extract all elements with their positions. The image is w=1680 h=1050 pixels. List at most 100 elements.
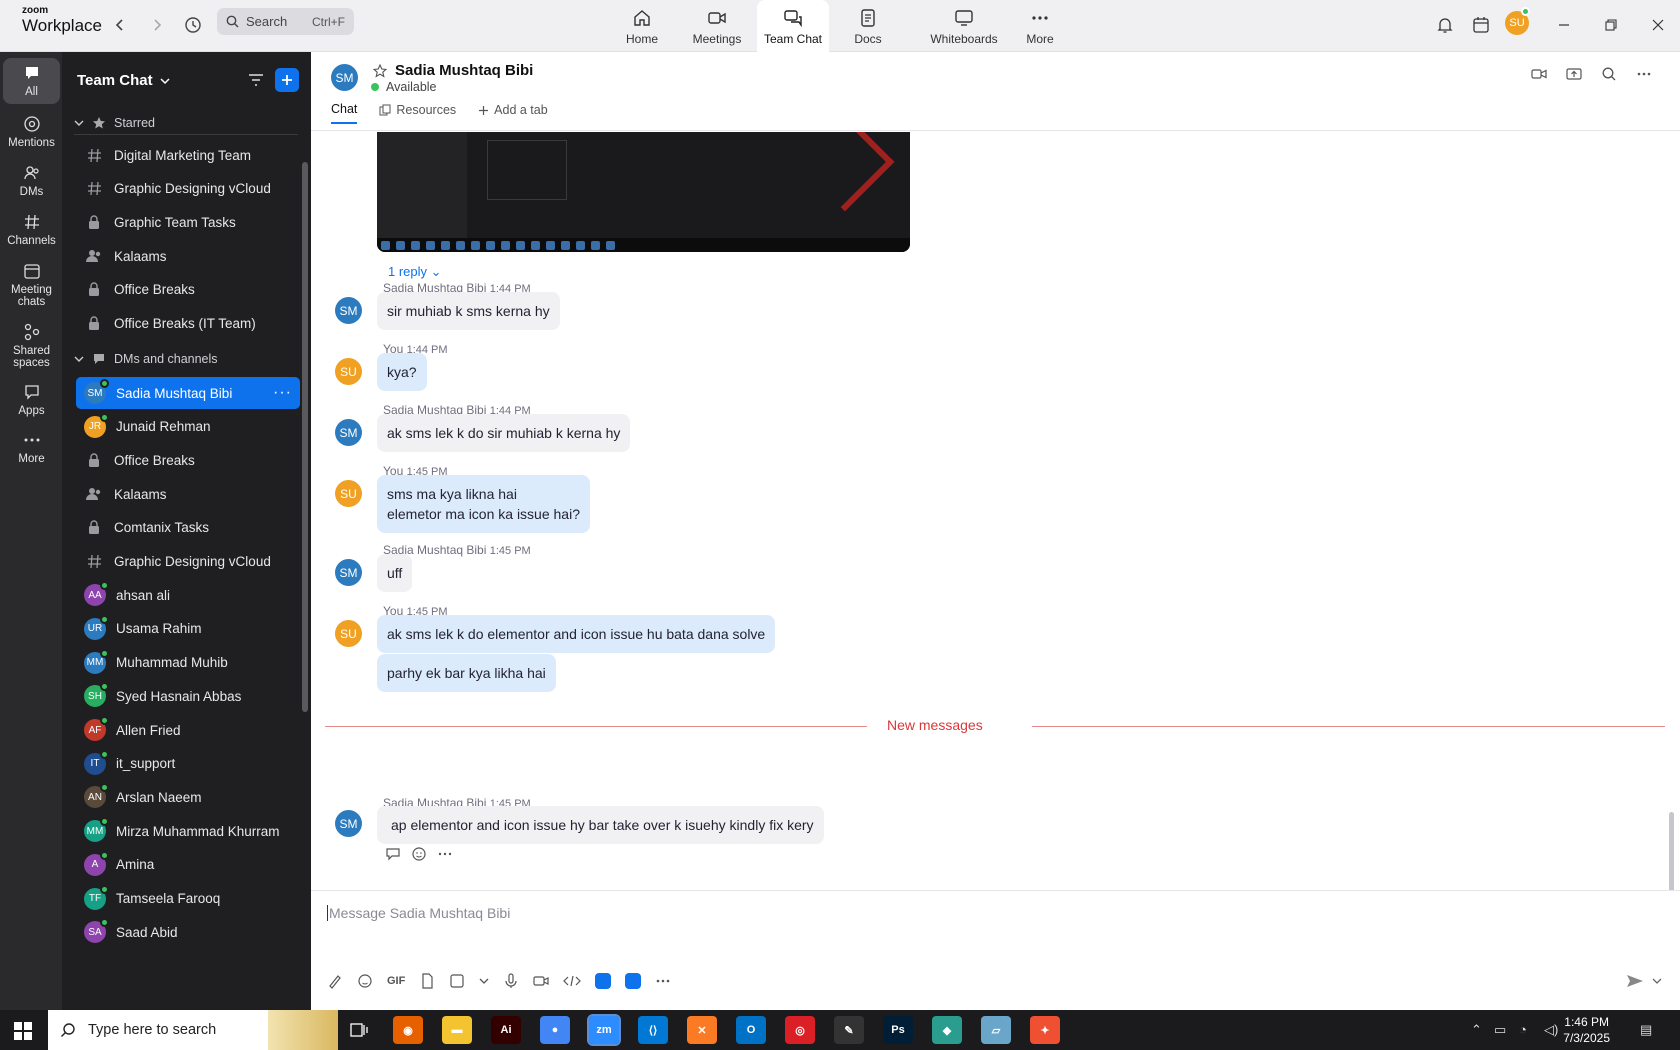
sidebar-item[interactable]: AA ahsan ali	[76, 579, 300, 611]
git-icon[interactable]: ✦	[1030, 1016, 1060, 1044]
sidebar-item[interactable]: Office Breaks	[76, 444, 300, 476]
notification-center-icon[interactable]: ▤	[1640, 1022, 1652, 1038]
sketch-icon[interactable]: ◆	[932, 1016, 962, 1044]
search-icon[interactable]	[1601, 66, 1617, 82]
sidebar-item[interactable]: Graphic Designing vCloud	[76, 546, 300, 578]
sidebar-item[interactable]: SH Syed Hasnain Abbas	[76, 680, 300, 712]
sidebar-item[interactable]: AN Arslan Naeem	[76, 781, 300, 813]
message-bubble[interactable]: ap elementor and icon issue hy bar take …	[377, 806, 824, 844]
tray-wifi-icon[interactable]: ◔	[1519, 1022, 1527, 1037]
history-icon[interactable]	[181, 13, 205, 37]
notepad-icon[interactable]: ▱	[981, 1016, 1011, 1044]
task-view-icon[interactable]	[350, 1022, 368, 1038]
message-bubble[interactable]: parhy ek bar kya likha hai	[377, 654, 556, 692]
shared-screenshot-image[interactable]	[377, 132, 910, 252]
section-starred[interactable]: Starred	[74, 116, 155, 130]
rail-apps[interactable]: Apps	[3, 377, 60, 423]
sidebar-title[interactable]: Team Chat	[77, 72, 170, 89]
chevron-down-icon[interactable]	[1652, 973, 1662, 989]
xampp-icon[interactable]: ✕	[687, 1016, 717, 1044]
creative-cloud-icon[interactable]: ◎	[785, 1016, 815, 1044]
search-bar[interactable]: Search Ctrl+F	[217, 8, 354, 35]
outlook-icon[interactable]: O	[736, 1016, 766, 1044]
forward-arrow-icon[interactable]	[145, 13, 169, 37]
avatar[interactable]: SM	[335, 810, 362, 837]
share-screen-icon[interactable]	[1566, 66, 1582, 82]
sidebar-item[interactable]: AF Allen Fried	[76, 714, 300, 746]
message-bubble[interactable]: kya?	[377, 353, 427, 391]
message-bubble[interactable]: ak sms lek k do sir muhiab k kerna hy	[377, 414, 631, 452]
message-bubble[interactable]: sms ma kya likna hai elemetor ma icon ka…	[377, 475, 590, 533]
sidebar-item[interactable]: MM Muhammad Muhib	[76, 647, 300, 679]
video-message-icon[interactable]	[533, 973, 549, 989]
code-snippet-icon[interactable]	[563, 973, 582, 989]
rail-more[interactable]: More	[3, 425, 60, 471]
emoji-icon[interactable]	[357, 973, 373, 989]
back-arrow-icon[interactable]	[108, 13, 132, 37]
file-explorer-icon[interactable]: ▬	[442, 1016, 472, 1044]
zoom-icon[interactable]: zm	[587, 1014, 621, 1046]
message-bubble[interactable]: sir muhiab k sms kerna hy	[377, 292, 560, 330]
sidebar-item[interactable]: Office Breaks (IT Team)	[76, 308, 300, 340]
thread-reply-link[interactable]: 1 reply ⌄	[388, 264, 442, 280]
more-tools-icon[interactable]	[655, 973, 671, 989]
calendar-icon[interactable]	[1469, 13, 1493, 37]
message-bubble[interactable]: uff	[377, 554, 413, 592]
tab-add[interactable]: Add a tab	[478, 102, 548, 124]
sidebar-item[interactable]: A Amina	[76, 849, 300, 881]
windows-start-icon[interactable]	[14, 1022, 32, 1040]
tab-docs[interactable]: Docs	[833, 0, 903, 52]
minimize-icon[interactable]	[1552, 13, 1576, 37]
sidebar-item[interactable]: Digital Marketing Team	[76, 139, 300, 171]
tab-chat[interactable]: Chat	[331, 102, 358, 124]
tab-whiteboards[interactable]: Whiteboards	[919, 0, 1009, 52]
sidebar-item[interactable]: MM Mirza Muhammad Khurram	[76, 815, 300, 847]
composer-input[interactable]: Message Sadia Mushtaq Bibi	[327, 905, 510, 921]
tray-chevron-up-icon[interactable]: ⌃	[1471, 1022, 1482, 1038]
avatar[interactable]: SM	[335, 297, 362, 324]
send-icon[interactable]	[1626, 973, 1644, 989]
tab-meetings[interactable]: Meetings	[682, 0, 752, 52]
sidebar-item[interactable]: Office Breaks	[76, 274, 300, 306]
tab-more[interactable]: More	[1005, 0, 1075, 52]
rail-all[interactable]: All	[3, 58, 60, 105]
tray-volume-icon[interactable]: ◁)	[1544, 1022, 1558, 1038]
close-icon[interactable]	[1646, 13, 1670, 37]
sidebar-item[interactable]: Kalaams	[76, 478, 300, 510]
rail-dms[interactable]: DMs	[3, 158, 60, 204]
avatar[interactable]: SU	[335, 620, 362, 647]
more-options-icon[interactable]: ···	[273, 384, 292, 402]
sidebar-item[interactable]: TF Tamseela Farooq	[76, 883, 300, 915]
video-call-icon[interactable]	[1531, 66, 1547, 82]
section-dms[interactable]: DMs and channels	[74, 352, 218, 366]
rail-meeting-chats[interactable]: Meeting chats	[3, 256, 60, 314]
avatar[interactable]: SU	[335, 480, 362, 507]
sidebar-item[interactable]: SM Sadia Mushtaq Bibi ···	[76, 377, 300, 409]
app-shortcut-icon[interactable]	[625, 973, 642, 989]
tray-network-icon[interactable]: ▭	[1494, 1022, 1506, 1038]
microphone-icon[interactable]	[503, 973, 519, 989]
restore-icon[interactable]	[1599, 13, 1623, 37]
gif-button[interactable]: GIF	[387, 975, 405, 987]
message-composer[interactable]: Message Sadia Mushtaq Bibi GIF	[311, 890, 1680, 1010]
file-icon[interactable]	[419, 973, 435, 989]
notification-bell-icon[interactable]	[1433, 13, 1457, 37]
tab-resources[interactable]: Resources	[379, 102, 456, 124]
sidebar-item[interactable]: Graphic Team Tasks	[76, 206, 300, 238]
tray-clock[interactable]: 1:46 PM 7/3/2025	[1563, 1014, 1610, 1046]
avatar[interactable]: SM	[335, 419, 362, 446]
chat-title[interactable]: Sadia Mushtaq Bibi	[395, 62, 533, 79]
pen-tool-icon[interactable]: ✎	[834, 1016, 864, 1044]
vscode-icon[interactable]: ⟨⟩	[638, 1016, 668, 1044]
avatar[interactable]: SM	[335, 559, 362, 586]
rail-channels[interactable]: Channels	[3, 207, 60, 253]
tab-home[interactable]: Home	[607, 0, 677, 52]
sidebar-item[interactable]: UR Usama Rahim	[76, 613, 300, 645]
new-chat-button[interactable]	[275, 68, 299, 92]
chat-avatar[interactable]: SM	[331, 64, 358, 91]
rail-shared-spaces[interactable]: Shared spaces	[3, 317, 60, 375]
star-outline-icon[interactable]	[373, 64, 387, 78]
photoshop-icon[interactable]: Ps	[883, 1016, 913, 1044]
message-scrollbar[interactable]	[1669, 812, 1674, 890]
format-icon[interactable]	[327, 973, 343, 989]
